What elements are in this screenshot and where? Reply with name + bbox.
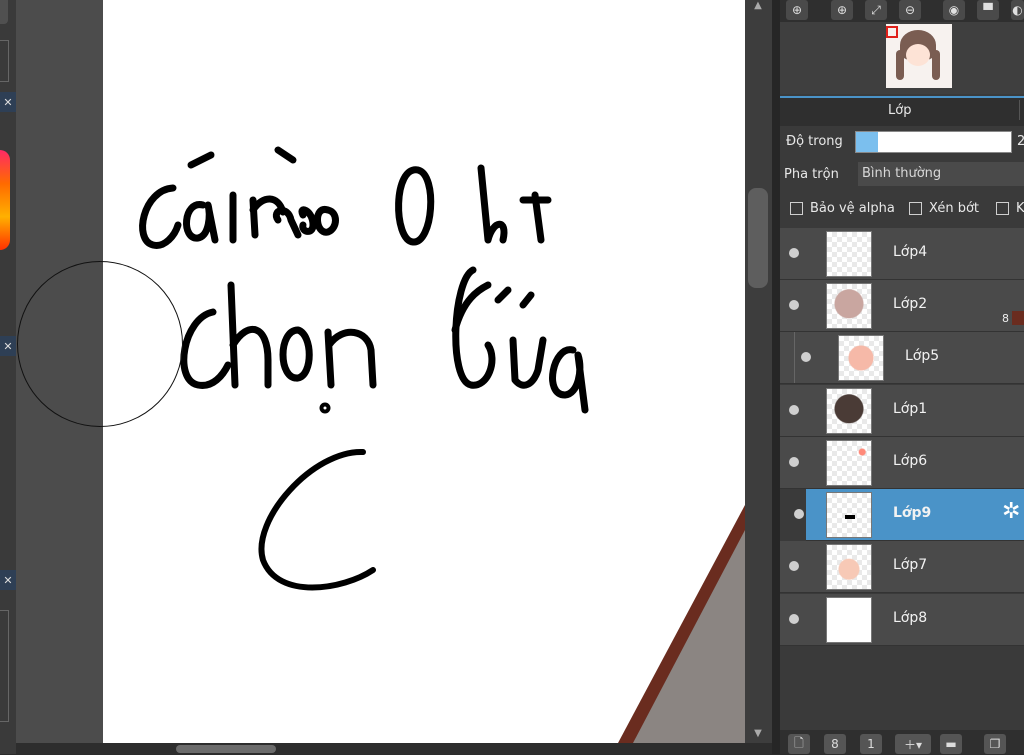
opacity-fill xyxy=(856,132,878,152)
layer-name: Lớp8 xyxy=(893,610,928,626)
layer-row[interactable]: Lớp1 xyxy=(780,385,1024,437)
layer-name: Lớp9 xyxy=(893,505,932,521)
layer-name: Lớp1 xyxy=(893,401,928,417)
color-swatch[interactable] xyxy=(1012,311,1024,325)
add-layer-menu-icon[interactable]: ＋▾ xyxy=(895,734,931,754)
visibility-eye-icon[interactable] xyxy=(789,457,799,467)
navigator-preview[interactable] xyxy=(886,24,952,88)
tool-slot[interactable] xyxy=(0,40,9,82)
visibility-eye-icon[interactable] xyxy=(789,248,799,258)
layer-thumbnail xyxy=(826,231,872,277)
layer-list-empty xyxy=(780,646,1024,728)
blend-select[interactable]: Bình thường xyxy=(858,162,1024,186)
layer-name: Lớp5 xyxy=(905,348,940,364)
visibility-eye-icon[interactable] xyxy=(789,405,799,415)
pin-icon[interactable]: ▀ xyxy=(977,0,999,20)
new-1bit-layer-icon[interactable]: 1 xyxy=(860,734,882,754)
lock-label: K xyxy=(1016,201,1024,216)
close-icon[interactable]: ✕ xyxy=(0,336,16,356)
tab-layer[interactable]: Lớp xyxy=(888,103,911,118)
layer-row[interactable]: Lớp2 xyxy=(780,280,1024,332)
new-layer-icon[interactable]: 🗋 xyxy=(788,734,810,754)
layer-row[interactable]: Lớp5 xyxy=(780,332,1024,384)
lock-checkbox[interactable] xyxy=(996,202,1009,215)
layer-thumbnail xyxy=(826,597,872,643)
layer-name: Lớp6 xyxy=(893,453,928,469)
visibility-eye-icon[interactable] xyxy=(789,300,799,310)
clipping-indicator-icon xyxy=(784,332,795,383)
panel-divider[interactable] xyxy=(772,0,780,754)
duplicate-icon[interactable]: ❐ xyxy=(984,734,1006,754)
vertical-scroll-thumb[interactable] xyxy=(748,188,768,288)
layer-row[interactable]: Lớp6 xyxy=(780,437,1024,489)
clipping-checkbox[interactable] xyxy=(909,202,922,215)
handwriting-strokes xyxy=(139,146,745,743)
clipping-label: Xén bớt xyxy=(929,201,979,216)
fit-icon[interactable]: ⤢ xyxy=(865,0,887,20)
visibility-eye-icon[interactable] xyxy=(789,614,799,624)
close-icon[interactable]: ✕ xyxy=(0,570,16,590)
layer-name: Lớp7 xyxy=(893,557,928,573)
layer-thumbnail xyxy=(826,440,872,486)
zoom-in-icon[interactable]: ⊕ xyxy=(831,0,853,20)
tool-slot[interactable] xyxy=(0,610,9,722)
zoom-fit-icon[interactable]: ⊕ xyxy=(786,0,808,20)
protect-alpha-label: Bảo vệ alpha xyxy=(810,201,895,216)
blend-label: Pha trộn xyxy=(784,167,839,182)
new-8bit-layer-icon[interactable]: 8 xyxy=(824,734,846,754)
more-icon[interactable]: ◐ xyxy=(1011,0,1024,20)
layer-settings-gear-icon[interactable]: ✲ xyxy=(1002,499,1020,524)
layer-thumbnail xyxy=(826,544,872,590)
scroll-down-icon[interactable]: ▼ xyxy=(750,728,766,742)
horizontal-scrollbar[interactable] xyxy=(16,743,772,754)
layer-thumbnail xyxy=(826,283,872,329)
layer-row[interactable]: Lớp4 xyxy=(780,228,1024,280)
layer-thumbnail xyxy=(838,335,884,381)
horizontal-scroll-thumb[interactable] xyxy=(176,745,276,753)
side-number: 8 xyxy=(1002,312,1009,325)
layer-thumbnail xyxy=(826,492,872,538)
brush-cursor xyxy=(17,261,183,427)
close-icon[interactable]: ✕ xyxy=(0,92,16,112)
blend-value: Bình thường xyxy=(862,166,942,181)
layer-row[interactable]: Lớp7 xyxy=(780,541,1024,593)
zoom-out-icon[interactable]: ⊖ xyxy=(899,0,921,20)
protect-alpha-checkbox[interactable] xyxy=(790,202,803,215)
vertical-scrollbar[interactable] xyxy=(745,0,772,743)
tool-button[interactable] xyxy=(0,0,8,24)
left-tool-strip: ✕ ✕ ✕ xyxy=(0,0,16,754)
record-icon[interactable]: ◉ xyxy=(943,0,965,20)
layer-row[interactable]: Lớp8 xyxy=(780,594,1024,646)
visibility-eye-icon[interactable] xyxy=(789,561,799,571)
tab-divider xyxy=(1019,100,1024,120)
opacity-slider[interactable] xyxy=(855,131,1012,153)
visibility-eye-icon[interactable] xyxy=(801,352,811,362)
color-wheel[interactable] xyxy=(0,150,10,250)
layer-name: Lớp2 xyxy=(893,296,928,312)
layer-thumbnail xyxy=(826,388,872,434)
folder-icon[interactable]: ▬ xyxy=(940,734,962,754)
visibility-eye-icon[interactable] xyxy=(794,509,804,519)
drawing-canvas[interactable] xyxy=(103,0,745,743)
layer-name: Lớp4 xyxy=(893,244,928,260)
opacity-label: Độ trong xyxy=(786,134,843,149)
opacity-value: 2 xyxy=(1017,134,1024,149)
layer-row[interactable]: Lớp9 ✲ xyxy=(794,489,1024,541)
scroll-up-icon[interactable]: ▲ xyxy=(750,0,766,16)
viewport-indicator[interactable] xyxy=(886,26,898,38)
